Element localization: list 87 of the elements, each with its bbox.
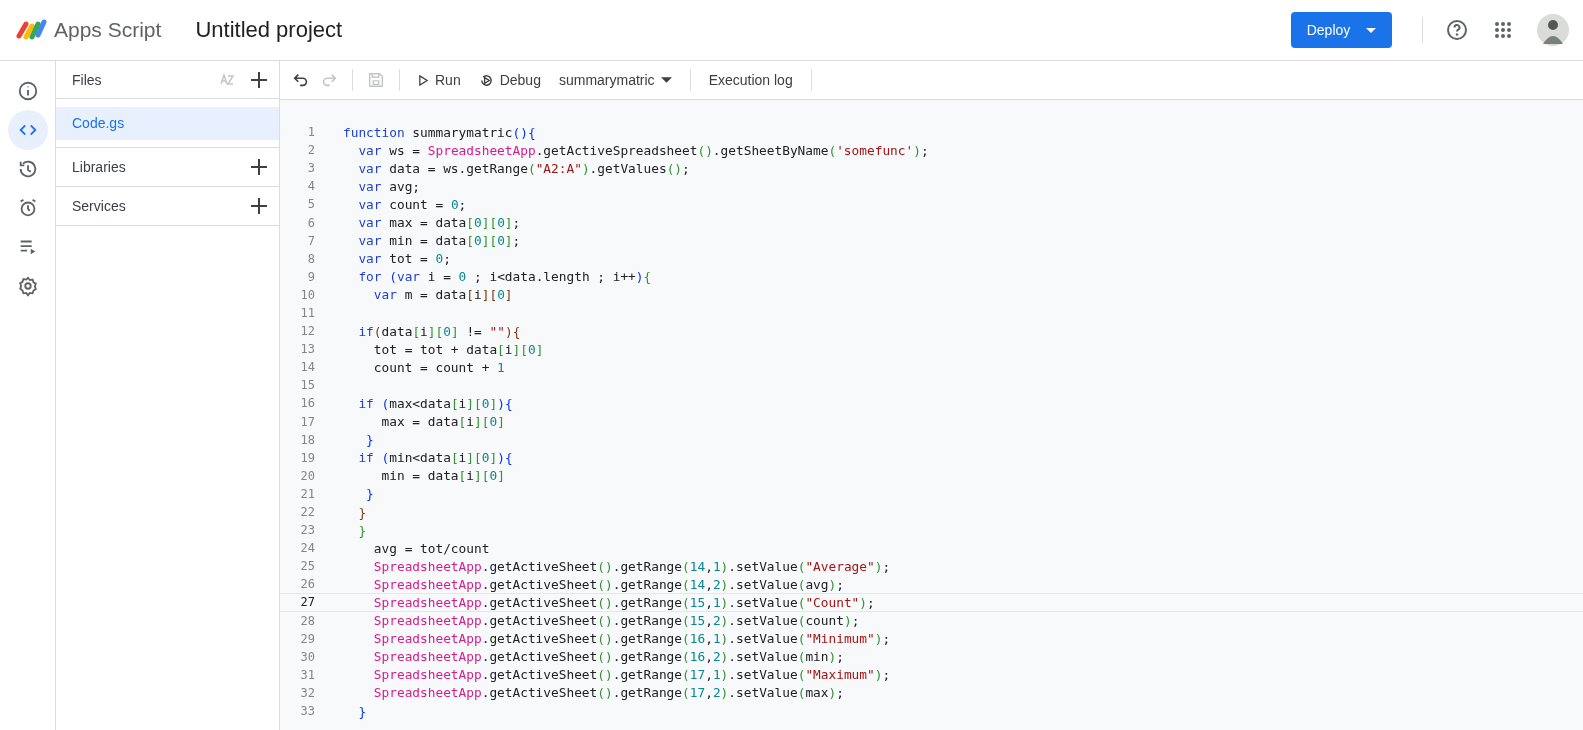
code-line: if (max<data[i][0]){ — [357, 395, 513, 411]
line-number: 18 — [299, 432, 315, 447]
code-line: } — [357, 522, 367, 538]
line-number: 33 — [299, 704, 315, 719]
code-line: SpreadsheetApp.getActiveSheet().getRange(17,1).setValue("Maximum"); — [372, 667, 891, 683]
code-line: var max = data[0][0]; — [357, 215, 521, 230]
play-icon[interactable] — [418, 74, 429, 86]
code-line: var m = data[i][0] — [372, 287, 513, 303]
undo-icon[interactable] — [292, 71, 310, 89]
line-number: 28 — [299, 613, 315, 628]
code-line: tot = tot + data[i][0] — [372, 341, 544, 357]
code-line: avg = tot/count — [372, 540, 490, 556]
code-line: min = data[i][0] — [380, 468, 505, 484]
app-name: Apps Script — [54, 18, 162, 42]
help-icon[interactable] — [1445, 18, 1469, 42]
line-number: 17 — [299, 414, 315, 429]
code-line: SpreadsheetApp.getActiveSheet().getRange(16,1).setValue("Minimum"); — [372, 631, 891, 647]
code-line: max = data[i][0] — [380, 414, 505, 430]
app-logo-icon — [16, 18, 48, 42]
code-line: } — [357, 703, 367, 719]
line-number: 30 — [299, 649, 315, 664]
code-line: function summarymatric(){ — [343, 124, 536, 140]
code-line: for (var i = 0 ; i<data.length ; i++){ — [357, 269, 652, 285]
line-number: 7 — [306, 233, 315, 248]
add-icon[interactable] — [249, 196, 269, 216]
project-title[interactable]: Untitled project — [195, 17, 343, 43]
function-select[interactable]: summarymatric — [554, 68, 676, 92]
line-number: 5 — [306, 197, 315, 212]
line-number: 23 — [299, 523, 315, 538]
code-line: if (min<data[i][0]){ — [357, 450, 513, 466]
section-heading[interactable]: Services — [72, 198, 249, 214]
code-line: var count = 0; — [357, 196, 467, 212]
line-number: 9 — [306, 269, 315, 284]
avatar-icon[interactable] — [1537, 14, 1569, 46]
code-line: SpreadsheetApp.getActiveSheet().getRange(14,1).setValue("Average"); — [372, 558, 891, 574]
line-number: 26 — [299, 577, 315, 592]
line-number: 12 — [299, 324, 315, 339]
line-number: 16 — [299, 396, 315, 411]
code-line: var data = ws.getRange("A2:A").getValues(); — [357, 160, 690, 176]
code-line: SpreadsheetApp.getActiveSheet().getRange(15,2).setValue(count); — [372, 613, 860, 629]
line-number: 22 — [299, 505, 315, 519]
line-number: 31 — [299, 667, 315, 682]
line-number: 24 — [299, 541, 315, 556]
line-number: 19 — [299, 450, 315, 465]
debug-icon[interactable] — [478, 72, 494, 88]
code-line: SpreadsheetApp.getActiveSheet().getRange(14,2).setValue(avg); — [372, 576, 844, 592]
line-number: 2 — [306, 143, 315, 158]
code-line: var tot = 0; — [357, 251, 451, 267]
code-line: SpreadsheetApp.getActiveSheet().getRange(17,2).setValue(max); — [372, 685, 844, 701]
deploy-button[interactable]: Deploy — [1291, 12, 1392, 48]
line-number: 29 — [299, 631, 315, 646]
line-number: 8 — [306, 251, 315, 266]
code-line: SpreadsheetApp.getActiveSheet().getRange(16,2).setValue(min); — [372, 649, 844, 665]
code-line: count = count + 1 — [372, 359, 505, 375]
line-number: 6 — [306, 215, 315, 230]
code-line: } — [357, 504, 367, 520]
code-line: if(data[i][0] != ""){ — [357, 323, 521, 339]
line-number: 15 — [299, 378, 315, 393]
line-number: 14 — [299, 360, 315, 375]
code-line: } — [365, 432, 374, 448]
line-number: 4 — [306, 179, 315, 194]
caret-icon[interactable] — [660, 77, 672, 83]
line-number: 1 — [306, 125, 315, 140]
code-brackets-icon[interactable] — [7, 110, 48, 150]
line-number: 27 — [299, 595, 315, 610]
line-number: 11 — [299, 306, 315, 320]
code-line: } — [365, 486, 374, 502]
line-number: 13 — [299, 342, 315, 357]
line-number: 20 — [299, 468, 315, 483]
code-line: var ws = SpreadsheetApp.getActiveSpreadsheet().getSheetByName('somefunc'); — [357, 142, 929, 158]
add-icon[interactable] — [249, 157, 269, 177]
line-number: 10 — [299, 287, 315, 302]
debug-button[interactable]: Debug — [474, 68, 545, 92]
execution-log-button[interactable]: Execution log — [704, 68, 797, 92]
line-number: 25 — [299, 559, 315, 574]
line-number: 21 — [299, 486, 315, 501]
code-line: var min = data[0][0]; — [357, 233, 521, 249]
line-number: 32 — [299, 685, 315, 700]
caret-icon[interactable] — [1366, 27, 1377, 33]
code-line: var avg; — [357, 178, 421, 194]
add-file-icon[interactable] — [249, 69, 269, 90]
files-heading: Files — [72, 71, 103, 88]
code-line: SpreadsheetApp.getActiveSheet().getRange(15,1).setValue("Count"); — [372, 595, 875, 610]
file-item[interactable]: Code.gs — [56, 107, 279, 140]
run-button[interactable]: Run — [414, 68, 465, 92]
section-heading[interactable]: Libraries — [72, 159, 249, 175]
line-number: 3 — [306, 161, 315, 176]
